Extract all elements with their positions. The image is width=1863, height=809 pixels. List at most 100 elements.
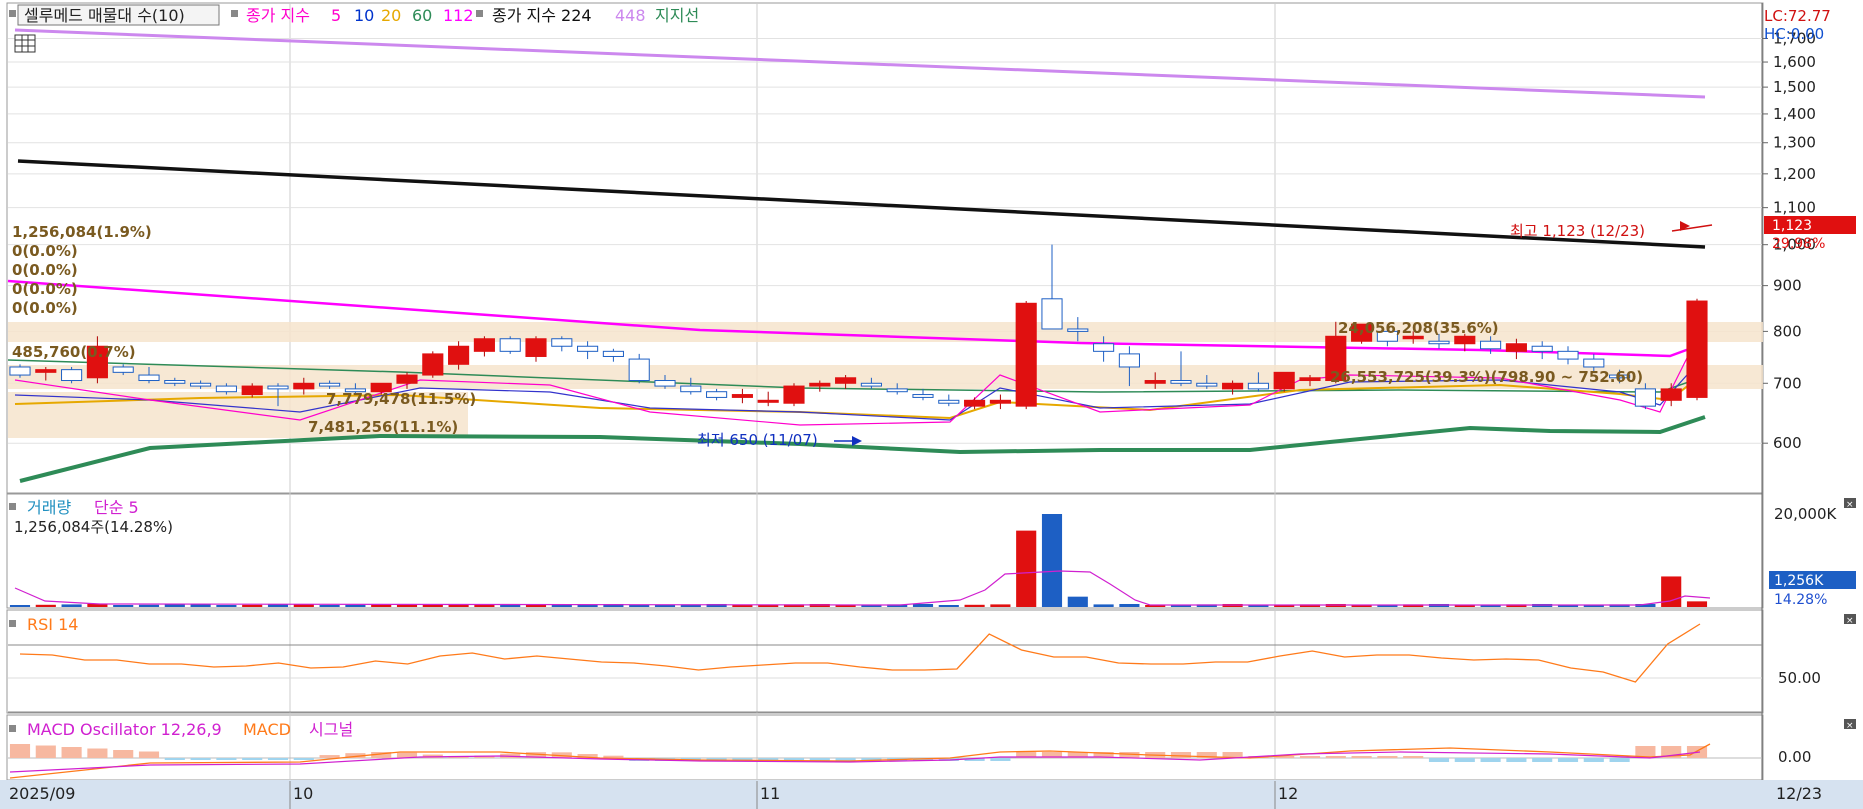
volume-bar	[164, 604, 185, 607]
volume-bar	[1067, 596, 1088, 607]
volume-bar	[990, 604, 1011, 607]
macd-bar	[319, 755, 340, 758]
candle-body	[1247, 382, 1269, 390]
candle-body	[886, 388, 908, 393]
macd-bar	[1351, 756, 1372, 758]
volume-title[interactable]: 거래량	[27, 498, 71, 517]
ma-legend-60[interactable]: 60	[412, 6, 432, 25]
signal-label[interactable]: 시그널	[309, 720, 353, 739]
candle	[783, 383, 805, 407]
price-tick-label: 600	[1773, 434, 1802, 452]
candle-body	[473, 338, 495, 352]
ma-legend-10[interactable]: 10	[354, 6, 374, 25]
macd-bar	[1428, 758, 1450, 762]
macd-bar	[1609, 758, 1630, 762]
macd-bar	[113, 750, 134, 758]
candle-body	[706, 391, 728, 398]
price-tick-label: 700	[1773, 374, 1802, 392]
macd-bar	[1506, 758, 1527, 762]
volume-bar	[113, 605, 134, 607]
volume-bar	[35, 604, 56, 607]
candle-body	[1015, 302, 1037, 407]
ma-legend-label[interactable]: 종가 지수	[246, 6, 310, 25]
x-label-last: 12/23	[1776, 784, 1822, 803]
macd-bar	[1557, 758, 1579, 762]
candle-body	[499, 338, 521, 352]
candle-body	[860, 382, 882, 387]
macd-label[interactable]: MACD	[243, 720, 291, 739]
macd-bar	[1170, 752, 1192, 758]
macd-title[interactable]: MACD Oscillator 12,26,9	[27, 720, 222, 739]
ma2-legend-448[interactable]: 448	[615, 6, 646, 25]
candle-body	[525, 338, 547, 357]
candle-body	[602, 350, 624, 357]
volume-bar	[964, 604, 985, 607]
ma-legend-5[interactable]: 5	[331, 6, 341, 25]
ma2-legend-label[interactable]: 종가 지수 224	[492, 6, 592, 25]
macd-bar	[1377, 756, 1398, 758]
volume-ma-label[interactable]: 단순 5	[94, 498, 139, 517]
close-icon[interactable]: ×	[1844, 719, 1856, 731]
legend-square-icon	[9, 725, 16, 732]
volume-profile-label: 셀루메드 매물대 수(10)	[24, 6, 185, 25]
candle-body	[938, 399, 960, 404]
candle-body	[809, 382, 831, 387]
macd-bar	[1299, 756, 1321, 758]
x-label-nov: 11	[760, 784, 780, 803]
candle	[1015, 301, 1037, 410]
candle-body	[835, 377, 857, 384]
candle	[422, 351, 444, 378]
close-icon[interactable]: ×	[1844, 614, 1856, 626]
high-annotation: 최고 1,123 (12/23)	[1510, 222, 1645, 240]
candle-body	[1686, 300, 1708, 398]
volume-panel	[6, 493, 1764, 609]
volume-bar	[525, 605, 547, 607]
volume-bar	[1016, 530, 1037, 607]
candle-body	[1634, 388, 1656, 407]
profile-label: 0(0.0%)	[12, 261, 78, 279]
macd-bar	[242, 758, 263, 760]
candle-body	[1170, 380, 1192, 384]
ma-legend-20[interactable]: 20	[381, 6, 401, 25]
candle-body	[912, 394, 934, 398]
candle-body	[319, 382, 341, 387]
hc-value: HC:0.00	[1764, 25, 1824, 43]
table-icon[interactable]	[14, 34, 36, 53]
legend-square-icon	[9, 10, 16, 17]
volume-bar	[216, 605, 237, 607]
volume-bar	[138, 604, 160, 607]
macd-y-tick: 0.00	[1778, 748, 1811, 766]
candle	[499, 336, 521, 354]
macd-bar	[1583, 758, 1604, 762]
candle-body	[448, 345, 470, 365]
ma-legend-112[interactable]: 112	[443, 6, 474, 25]
macd-bar	[267, 758, 289, 760]
x-label-dec: 12	[1278, 784, 1298, 803]
volume-bar	[1093, 604, 1114, 607]
candle-body	[1093, 343, 1115, 352]
volume-bar	[1041, 514, 1063, 607]
candle-body	[551, 338, 573, 347]
volume-bar	[1661, 576, 1682, 607]
candle-body	[577, 345, 599, 352]
range-annotation: 26,553,725(39.3%)(798.90 ~ 752.60)	[1330, 368, 1643, 386]
volume-bar	[61, 604, 82, 607]
profile-band	[8, 322, 1763, 342]
close-icon[interactable]: ×	[1844, 498, 1856, 510]
candle-body	[61, 369, 83, 382]
macd-bar	[1480, 758, 1501, 762]
support-legend[interactable]: 지지선	[655, 6, 699, 25]
profile-label: 7,481,256(11.1%)	[308, 418, 458, 436]
volume-y-tick: 20,000K	[1774, 505, 1837, 523]
candle-body	[267, 385, 289, 390]
candle-body	[654, 380, 676, 387]
rsi-title[interactable]: RSI 14	[27, 615, 78, 634]
macd-bar	[9, 744, 31, 758]
candle-body	[35, 369, 57, 373]
volume-bar	[629, 605, 650, 607]
price-tick-label: 800	[1773, 322, 1802, 340]
x-label-sep: 2025/09	[9, 784, 75, 803]
price-tick-label: 1,300	[1773, 134, 1816, 152]
price-tick-label: 1,100	[1773, 199, 1816, 217]
legend-square-icon	[9, 620, 16, 627]
